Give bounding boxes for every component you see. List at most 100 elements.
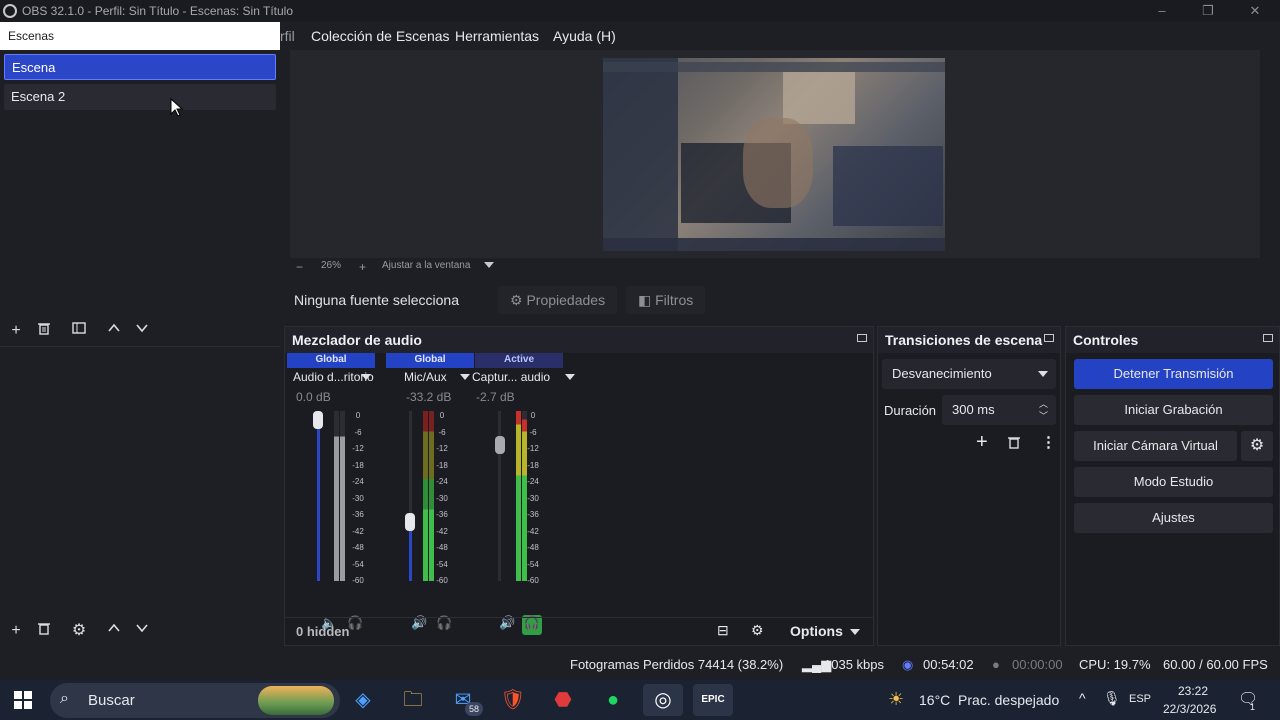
menu-item-profile[interactable]: rfil: [280, 28, 295, 44]
clock-date[interactable]: 22/3/2026: [1163, 702, 1216, 716]
notifications-icon[interactable]: 🗨: [1238, 689, 1258, 709]
channel-menu-icon[interactable]: [565, 374, 575, 380]
scale-tick-label: -18: [436, 460, 448, 470]
stop-stream-button[interactable]: Detener Transmisión: [1074, 359, 1273, 389]
zoom-in-icon[interactable]: +: [359, 260, 366, 274]
fader-handle[interactable]: [313, 410, 323, 429]
stream-time: 00:54:02: [923, 657, 974, 672]
layout-icon[interactable]: ⊟: [717, 622, 729, 639]
remove-scene-icon[interactable]: [33, 320, 55, 342]
properties-button[interactable]: ⚙ Propiedades: [498, 286, 618, 314]
duration-value: 300 ms: [952, 402, 995, 417]
clock-time[interactable]: 23:22: [1178, 684, 1208, 698]
source-down-icon[interactable]: [131, 620, 153, 642]
microphone-icon[interactable]: 🎙: [1103, 690, 1121, 707]
move-down-icon[interactable]: [131, 320, 153, 342]
search-placeholder: Buscar: [88, 692, 135, 709]
channel-menu-icon[interactable]: [361, 374, 371, 380]
brave-icon[interactable]: 🛡: [493, 684, 533, 716]
remove-transition-icon[interactable]: [1007, 435, 1021, 454]
transition-select[interactable]: Desvanecimiento: [882, 359, 1056, 389]
channel-tag: Global: [287, 353, 375, 368]
close-icon[interactable]: ✕: [1245, 3, 1265, 19]
search-highlight-image: [258, 686, 334, 715]
mixer-header: Mezclador de audio: [285, 327, 873, 353]
duration-spinbox[interactable]: 300 ms ︿ ﹀: [942, 395, 1056, 425]
volume-fader[interactable]: [409, 411, 412, 581]
virtual-camera-settings-icon[interactable]: ⚙: [1241, 431, 1273, 461]
level-meter-left: [423, 411, 428, 581]
tray-chevron-icon[interactable]: ^: [1079, 690, 1086, 706]
scale-tick-label: 0: [355, 411, 361, 420]
search-icon: ⌕: [60, 690, 69, 707]
obs-taskbar-icon[interactable]: ◎: [643, 684, 683, 716]
transition-selected: Desvanecimiento: [892, 366, 992, 381]
mixer-footer: 0 hidden ⊟ ⚙ Options: [285, 617, 873, 645]
transitions-header: Transiciones de escena: [878, 327, 1060, 353]
start-icon[interactable]: [14, 691, 32, 709]
source-settings-icon[interactable]: ⚙: [68, 620, 90, 642]
add-scene-icon[interactable]: +: [5, 320, 27, 342]
advanced-audio-icon[interactable]: ⚙: [751, 622, 764, 639]
scale-tick-label: -12: [527, 444, 539, 453]
scale-tick-label: -18: [352, 460, 364, 470]
start-virtual-camera-button[interactable]: Iniciar Cámara Virtual: [1074, 431, 1237, 461]
filters-button[interactable]: ◧ Filtros: [626, 286, 706, 314]
source-context-bar: Ninguna fuente selecciona ⚙ Propiedades …: [284, 284, 1280, 316]
volume-fader[interactable]: [317, 411, 320, 581]
spin-down-icon[interactable]: ﹀: [1039, 409, 1048, 422]
taskbar-search[interactable]: ⌕ Buscar: [50, 683, 340, 718]
level-meter-right: [429, 411, 434, 581]
start-recording-button[interactable]: Iniciar Grabación: [1074, 395, 1273, 425]
scene-item-escena-2[interactable]: Escena 2: [4, 84, 276, 110]
maximize-icon[interactable]: ❐: [1198, 3, 1218, 19]
scene-item-escena[interactable]: Escena: [4, 54, 276, 80]
undock-icon[interactable]: [1044, 334, 1054, 342]
channel-db: -33.2 dB: [406, 390, 452, 404]
studio-mode-button[interactable]: Modo Estudio: [1074, 467, 1273, 497]
window-title: OBS 32.1.0 - Perfil: Sin Título - Escena…: [22, 4, 294, 18]
fader-handle[interactable]: [495, 436, 505, 454]
settings-button[interactable]: Ajustes: [1074, 503, 1273, 533]
minimize-icon[interactable]: –: [1152, 3, 1172, 19]
mail-badge: 58: [465, 702, 483, 716]
channel-menu-icon[interactable]: [460, 374, 470, 380]
record-icon: ●: [992, 657, 1000, 672]
mixer-channel: Global Audio d...ritorio 0.0 dB 0 -6 -12 -1…: [287, 353, 375, 630]
options-button[interactable]: Options: [790, 623, 843, 639]
scale-tick-label: -36: [352, 510, 364, 519]
weather-text[interactable]: 16°C Prac. despejado: [919, 692, 1059, 708]
remove-source-icon[interactable]: [33, 620, 55, 642]
scale-tick-label: -60: [527, 576, 539, 585]
scene-filters-icon[interactable]: [68, 320, 90, 342]
zoom-out-icon[interactable]: −: [296, 260, 303, 274]
scale-tick-label: -54: [352, 559, 364, 569]
copilot-icon[interactable]: ◈: [343, 684, 383, 716]
menu-item-scene-collection[interactable]: Colección de Escenas: [311, 28, 450, 44]
fader-handle[interactable]: [405, 512, 415, 531]
language-indicator[interactable]: ESP: [1129, 693, 1151, 705]
epic-games-icon[interactable]: EPIC: [693, 684, 733, 716]
add-source-icon[interactable]: +: [5, 620, 27, 642]
options-dropdown-icon[interactable]: [850, 629, 860, 635]
scale-tick-label: -6: [438, 427, 446, 437]
add-transition-icon[interactable]: +: [976, 431, 988, 454]
undock-icon[interactable]: [1263, 334, 1273, 342]
spotify-icon[interactable]: ●: [593, 684, 633, 716]
mixer-channel: Global Mic/Aux -33.2 dB 0 -6 -12 -18 -24 -30 -…: [386, 353, 474, 630]
menu-item-tools[interactable]: Herramientas: [455, 28, 539, 44]
move-up-icon[interactable]: [103, 320, 125, 342]
app-red-icon[interactable]: ⬣: [543, 684, 583, 716]
undock-icon[interactable]: [857, 334, 867, 342]
more-options-icon[interactable]: ⋮: [1041, 433, 1056, 451]
scale-tick-label: -54: [436, 559, 448, 569]
weather-icon: ☀: [888, 689, 905, 709]
zoom-mode[interactable]: Ajustar a la ventana: [382, 260, 470, 271]
scale-tick-label: -30: [436, 493, 448, 503]
scenes-dock-title: Escenas: [0, 22, 280, 50]
source-up-icon[interactable]: [103, 620, 125, 642]
title-bar: OBS 32.1.0 - Perfil: Sin Título - Escena…: [0, 0, 1280, 22]
menu-item-help[interactable]: Ayuda (H): [553, 28, 616, 44]
file-explorer-icon[interactable]: 🗀: [393, 684, 433, 716]
zoom-dropdown-icon[interactable]: [484, 262, 494, 268]
